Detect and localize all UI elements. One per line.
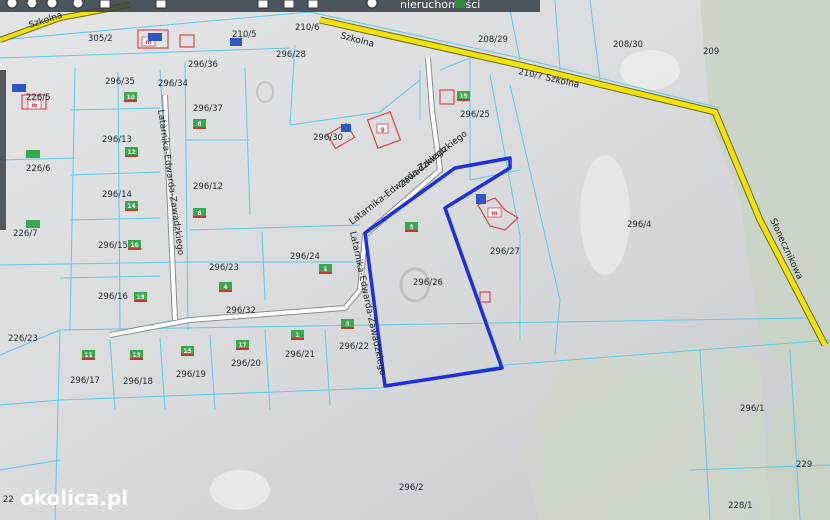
parcel-number-label: 229: [796, 460, 812, 470]
parcel-number-label: 296/14: [102, 190, 132, 200]
parcel-number-label: 13: [132, 352, 140, 359]
badge-8: 8: [193, 119, 206, 129]
layers-icon[interactable]: [283, 0, 295, 9]
parcel-number-label: 296/19: [176, 370, 206, 380]
parcel-number-label: 5: [409, 224, 413, 231]
parcel-number-label: 296/30: [313, 133, 343, 143]
parcel-number-label: 296/22: [339, 342, 369, 352]
badge-12: 12: [125, 147, 138, 157]
terrain-hill-3: [210, 470, 270, 510]
parcel-number-label: 296/28: [276, 50, 306, 60]
parcel-number-label: 3: [345, 321, 349, 328]
parcel-number-label: 4: [223, 284, 227, 291]
terrain-hill-1: [620, 50, 680, 90]
parcel-number-label: 210/6: [295, 23, 320, 33]
parcel-number-label: 296/20: [231, 359, 261, 369]
parcel-number-label: 11: [84, 352, 92, 359]
parcel-number-label: 17: [238, 342, 246, 349]
logo-icon: [455, 0, 465, 8]
parcel-number-label: 6: [197, 210, 201, 217]
parcel-number-label: 296/21: [285, 350, 315, 360]
badge-18: 18: [134, 292, 147, 302]
parcel-number-label: 208/30: [613, 40, 643, 50]
badge-4: 4: [219, 282, 232, 292]
left-panel-handle[interactable]: [0, 70, 6, 230]
zoom-in-icon[interactable]: [6, 0, 18, 9]
green-area-south: [520, 345, 770, 520]
parcel-number-label: 19: [459, 93, 467, 100]
parcel-number-label: 14: [127, 203, 135, 210]
terrain-hill-2: [580, 155, 630, 275]
parcel-number-label: 296/13: [102, 135, 132, 145]
badge-14: 14: [125, 201, 138, 211]
badge-11: 11: [82, 350, 95, 360]
parcel-number-label: 296/25: [460, 110, 490, 120]
parcel-number-label: 296/36: [188, 60, 218, 70]
bookmark-icon[interactable]: [307, 0, 319, 9]
parcel-number-label: 208/29: [478, 35, 508, 45]
parcel-number-label: 305/2: [88, 34, 113, 44]
print-icon[interactable]: [257, 0, 269, 9]
badge-16: 16: [128, 240, 141, 250]
parcel-number-label: 296/4: [627, 220, 652, 230]
badge-10: 10: [124, 92, 137, 102]
parcel-number-label: 296/2: [399, 483, 424, 493]
badge-2: 2: [319, 264, 332, 274]
parcel-number-label: 296/16: [98, 292, 128, 302]
parcel-number-label: m: [491, 210, 497, 217]
parcel-number-label: 210/5: [232, 30, 257, 40]
parcel-number-label: 296/24: [290, 252, 320, 262]
parcel-number-label: 209: [703, 47, 719, 57]
parcel-number-label: 8: [197, 121, 201, 128]
parcel-number-label: g: [380, 126, 384, 133]
parcel-number-label: 296/37: [193, 104, 223, 114]
watermark: okolica.pl: [20, 486, 128, 510]
badge-13: 13: [130, 350, 143, 360]
toolbar-label: nieruchomości: [400, 0, 480, 11]
parcel-number-label: 12: [127, 149, 135, 156]
parcel-number-label: 10: [126, 94, 134, 101]
badge-17: 17: [236, 340, 249, 350]
parcel-number-label: 15: [183, 348, 191, 355]
parcel-number-label: 226/5: [26, 93, 51, 103]
parcel-number-label: 296/32: [226, 306, 256, 316]
zoom-out-icon[interactable]: [26, 0, 38, 9]
map-canvas[interactable]: 10 8 12 14 6 16 18 4 2 5 3 1 11 13 15 17…: [0, 0, 830, 520]
badge-g: g: [376, 123, 389, 134]
parcel-number-label: 1: [295, 332, 299, 339]
pan-icon[interactable]: [72, 0, 84, 9]
pin-icon[interactable]: [366, 0, 378, 9]
info-icon[interactable]: [155, 0, 167, 9]
badge-19: 19: [457, 91, 470, 101]
parcel-number-label: 2: [323, 266, 327, 273]
zoom-extent-icon[interactable]: [46, 0, 58, 9]
parcel-number-label: 296/27: [490, 247, 520, 257]
parcel-number-label: 296/26: [413, 278, 443, 288]
parcel-number-label: 296/12: [193, 182, 223, 192]
map-toolbar: nieruchomości: [0, 0, 540, 12]
badge-1: 1: [291, 330, 304, 340]
parcel-number-label: 296/18: [123, 377, 153, 387]
parcel-number-label: 296/1: [740, 404, 765, 414]
parcel-number-label: 296/34: [158, 79, 188, 89]
parcel-number-label: 228/1: [728, 501, 753, 511]
badge-m-3: m: [487, 207, 502, 218]
parcel-number-label: 22: [3, 495, 14, 505]
parcel-number-label: 18: [136, 294, 144, 301]
badge-6: 6: [193, 208, 206, 218]
parcel-number-label: 16: [130, 242, 138, 249]
badge-3: 3: [341, 319, 354, 329]
parcel-number-label: 296/17: [70, 376, 100, 386]
parcel-number-label: 226/7: [13, 229, 38, 239]
measure-icon[interactable]: [99, 0, 111, 9]
parcel-number-label: 296/15: [98, 241, 128, 251]
parcel-number-label: 296/35: [105, 77, 135, 87]
badge-15: 15: [181, 346, 194, 356]
badge-5: 5: [405, 222, 418, 232]
parcel-number-label: m: [31, 102, 37, 109]
parcel-number-label: 226/23: [8, 334, 38, 344]
parcel-number-label: 296/23: [209, 263, 239, 273]
parcel-number-label: 226/6: [26, 164, 51, 174]
